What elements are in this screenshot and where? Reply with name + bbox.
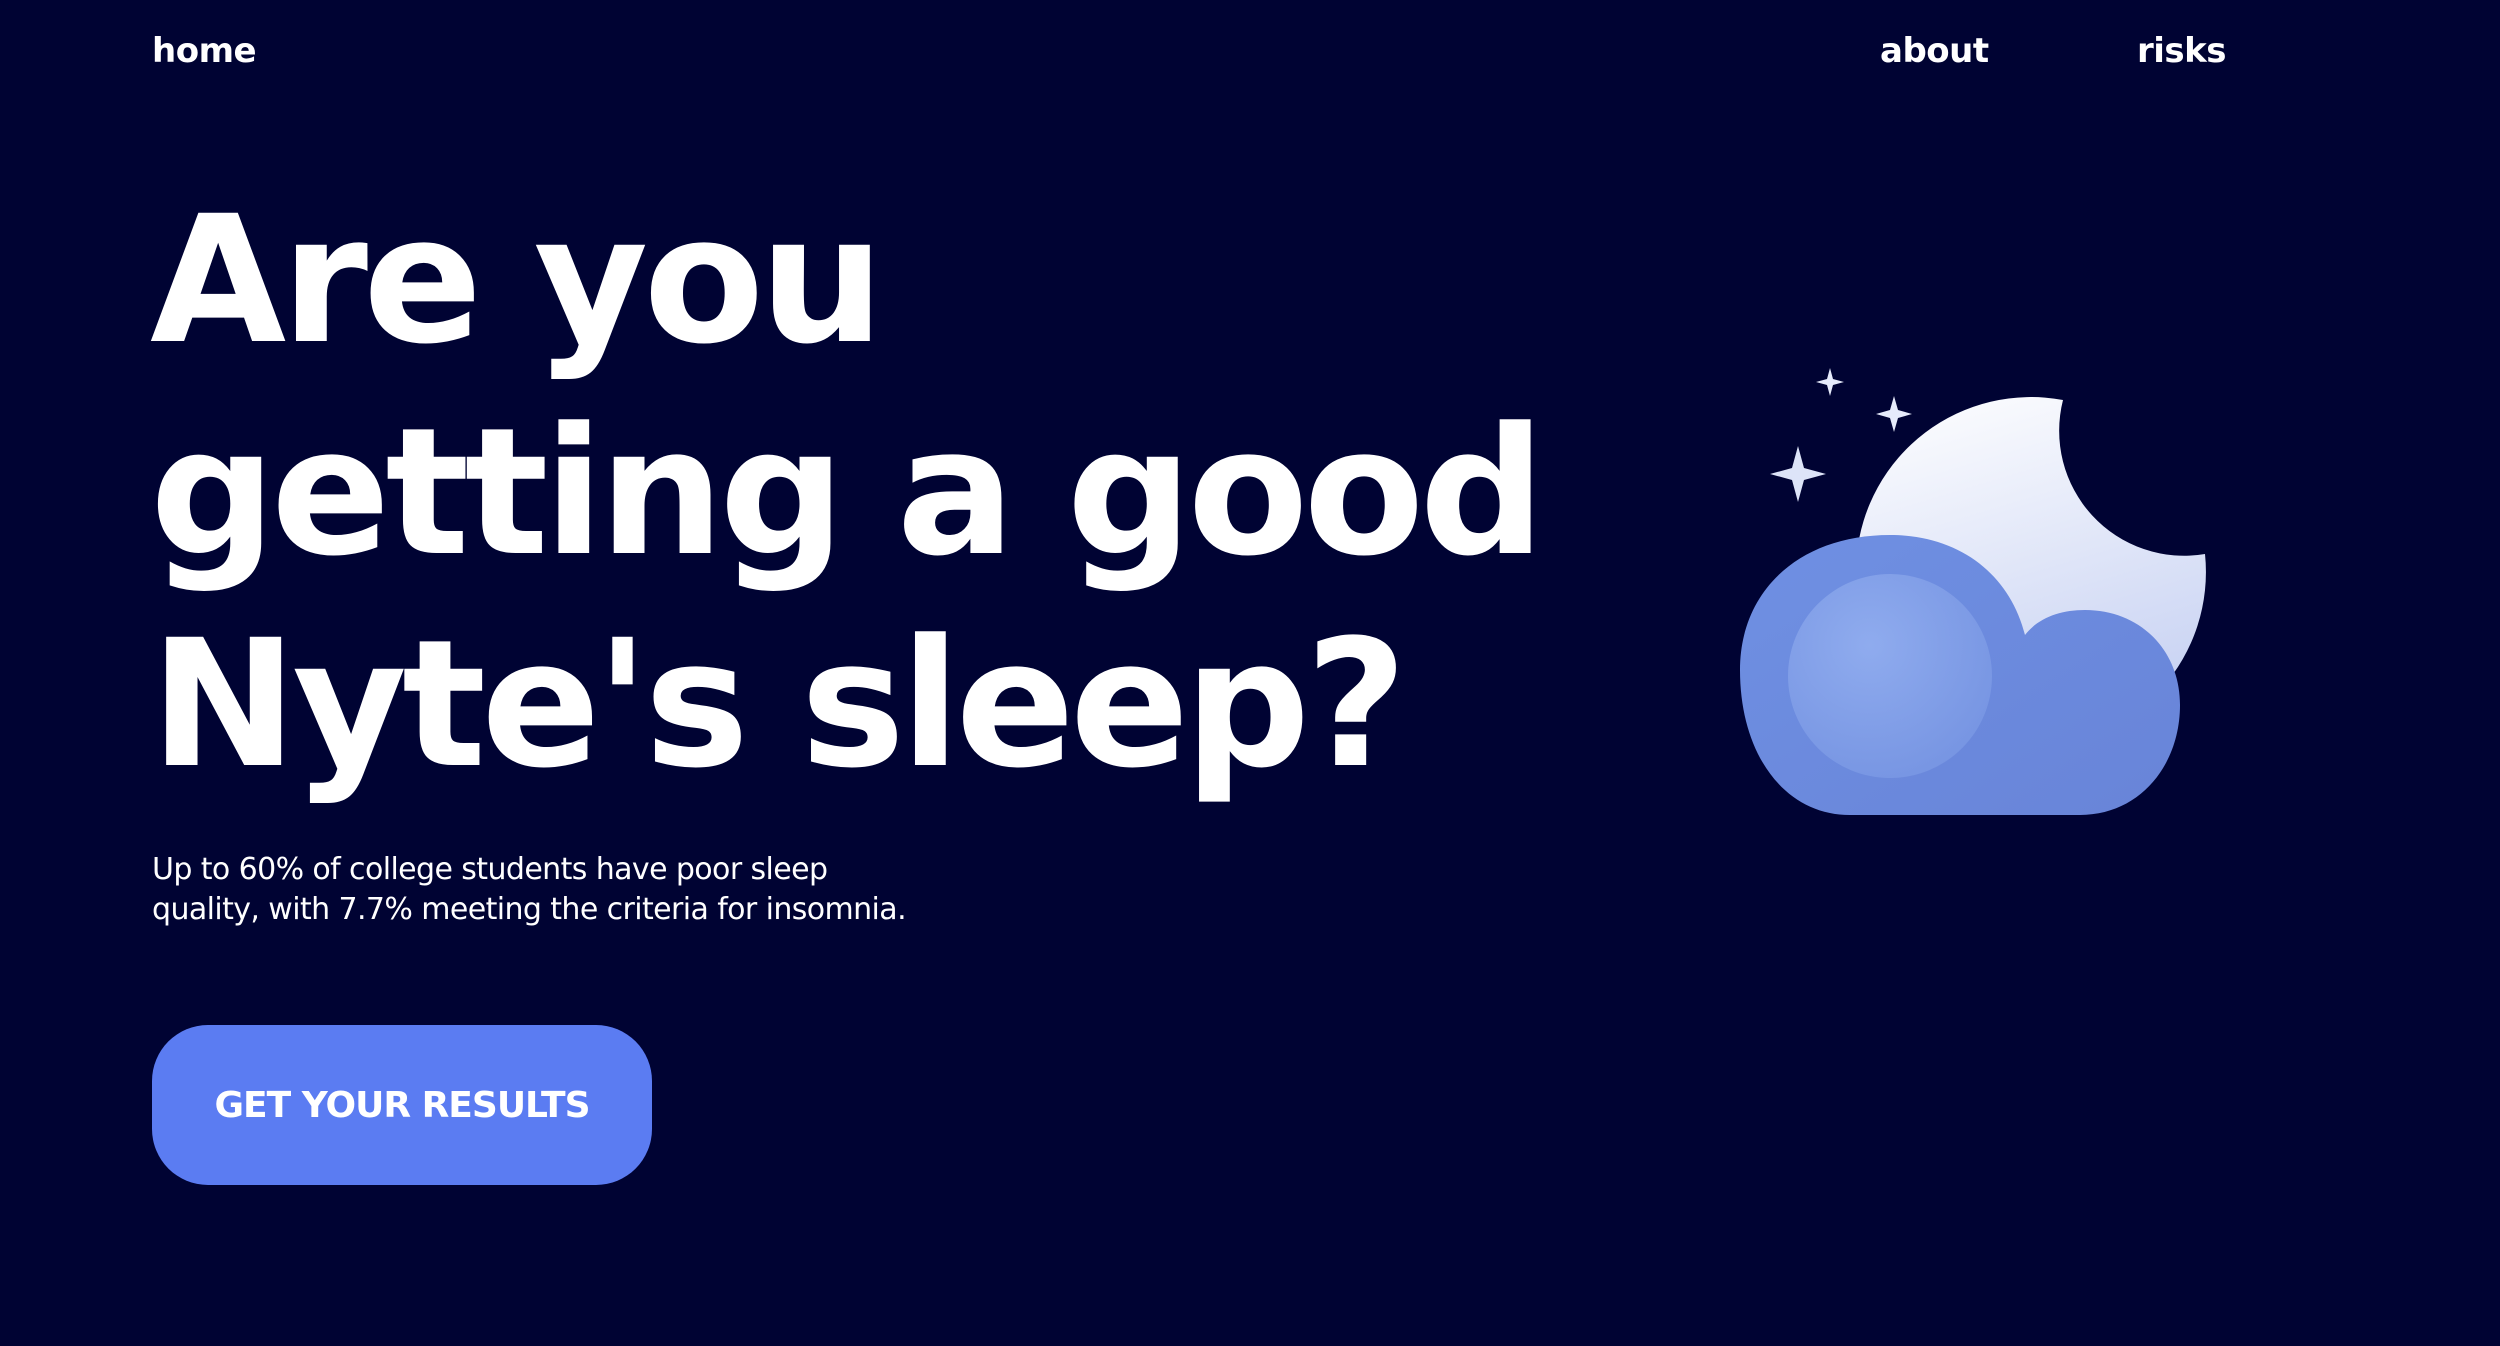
headline-line-3: Nyte's sleep?: [150, 602, 1407, 807]
star-icon: [1816, 368, 1844, 396]
headline-line-2: getting a good: [150, 390, 1545, 595]
nav-home-link[interactable]: home: [152, 26, 257, 76]
star-icon: [1876, 396, 1912, 432]
moon-cloud-stars-icon: [1740, 368, 2206, 815]
hero-subtitle: Up to 60% of college students have poor …: [152, 852, 907, 927]
headline-line-1: Are you: [150, 178, 885, 383]
nav-about-link[interactable]: about: [1880, 26, 1989, 76]
hero-headline: Are you getting a good Nyte's sleep?: [150, 175, 1545, 811]
nav-risks-link[interactable]: risks: [2137, 26, 2227, 76]
get-results-button[interactable]: GET YOUR RESULTS: [152, 1025, 652, 1185]
star-icon: [1770, 446, 1826, 502]
